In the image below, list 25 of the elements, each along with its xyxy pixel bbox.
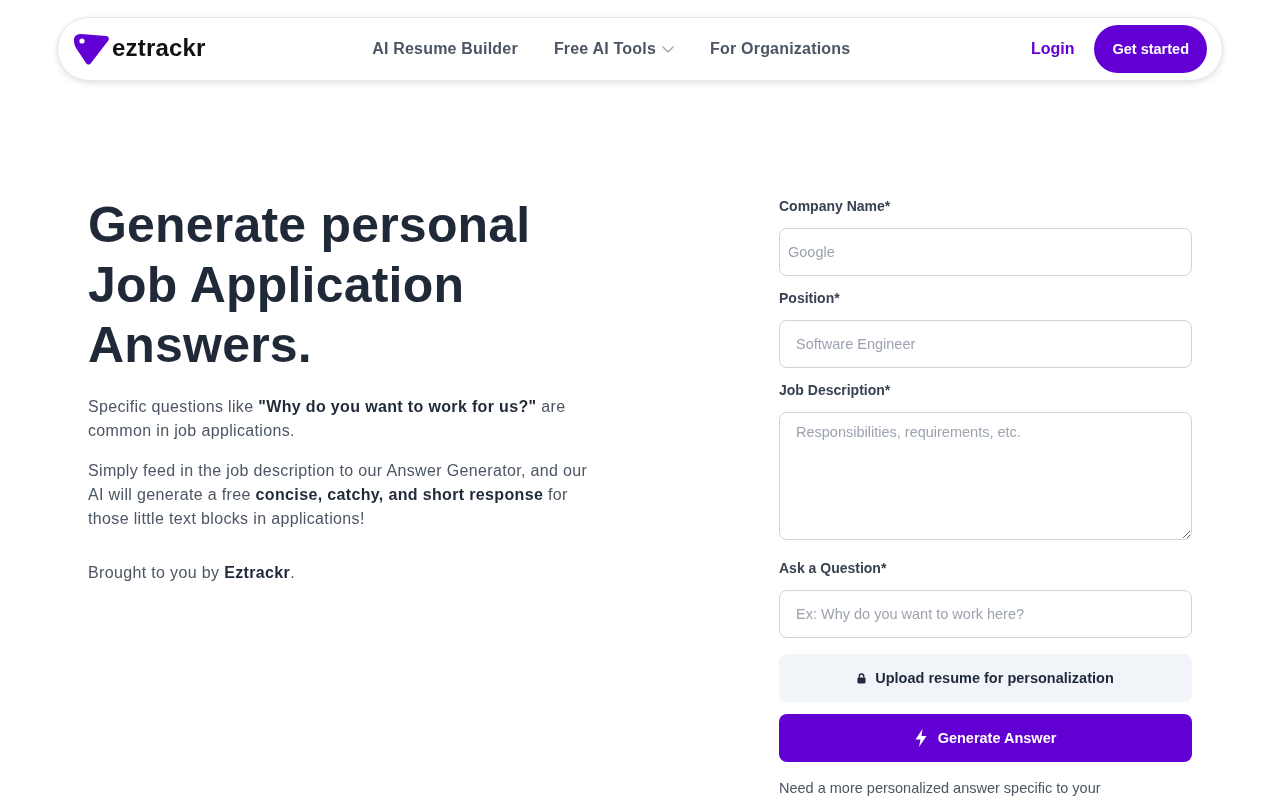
tag-logo-icon[interactable] bbox=[73, 33, 109, 65]
personalization-note: Need a more personalized answer specific to your bbox=[779, 779, 1102, 798]
field-label: Position* bbox=[779, 289, 841, 308]
field-label: Ask a Question* bbox=[779, 559, 888, 578]
credit-text: Brought to you by Eztrackr. bbox=[88, 563, 296, 583]
nav-link[interactable]: AI Resume Builder bbox=[372, 40, 518, 58]
logo-wordmark[interactable]: eztrackr bbox=[112, 34, 206, 62]
get-started-button[interactable]: Get started bbox=[1094, 25, 1207, 73]
chevron-down-icon bbox=[662, 45, 675, 53]
text-input-field[interactable]: Google bbox=[779, 228, 1192, 276]
intro-paragraph: Simply feed in the job description to our Answer Generator, and our AI will generate a free concise, catchy, and short response for those little text blocks in applications! bbox=[88, 461, 589, 529]
text-input-field[interactable]: Ex: Why do you want to work here? bbox=[779, 590, 1192, 638]
lock-icon bbox=[857, 672, 867, 684]
nav-link[interactable]: For Organizations bbox=[710, 40, 851, 58]
field-label: Job Description* bbox=[779, 381, 892, 400]
upload-resume-button[interactable]: Upload resume for personalization bbox=[779, 654, 1192, 702]
nav-link[interactable]: Free AI Tools bbox=[553, 40, 675, 58]
textarea-field[interactable]: Responsibilities, requirements, etc. bbox=[779, 412, 1192, 540]
generate-answer-button[interactable]: Generate Answer bbox=[779, 714, 1192, 762]
intro-paragraph: Specific questions like "Why do you want to work for us?" are common in job applications. bbox=[88, 397, 567, 441]
text-input-field[interactable]: Software Engineer bbox=[779, 320, 1192, 368]
login-link[interactable]: Login bbox=[1030, 40, 1075, 58]
hero-heading: Generate personal Job Application Answers. bbox=[88, 196, 532, 375]
lightning-bolt-icon bbox=[914, 729, 927, 747]
field-label: Company Name* bbox=[779, 197, 892, 216]
